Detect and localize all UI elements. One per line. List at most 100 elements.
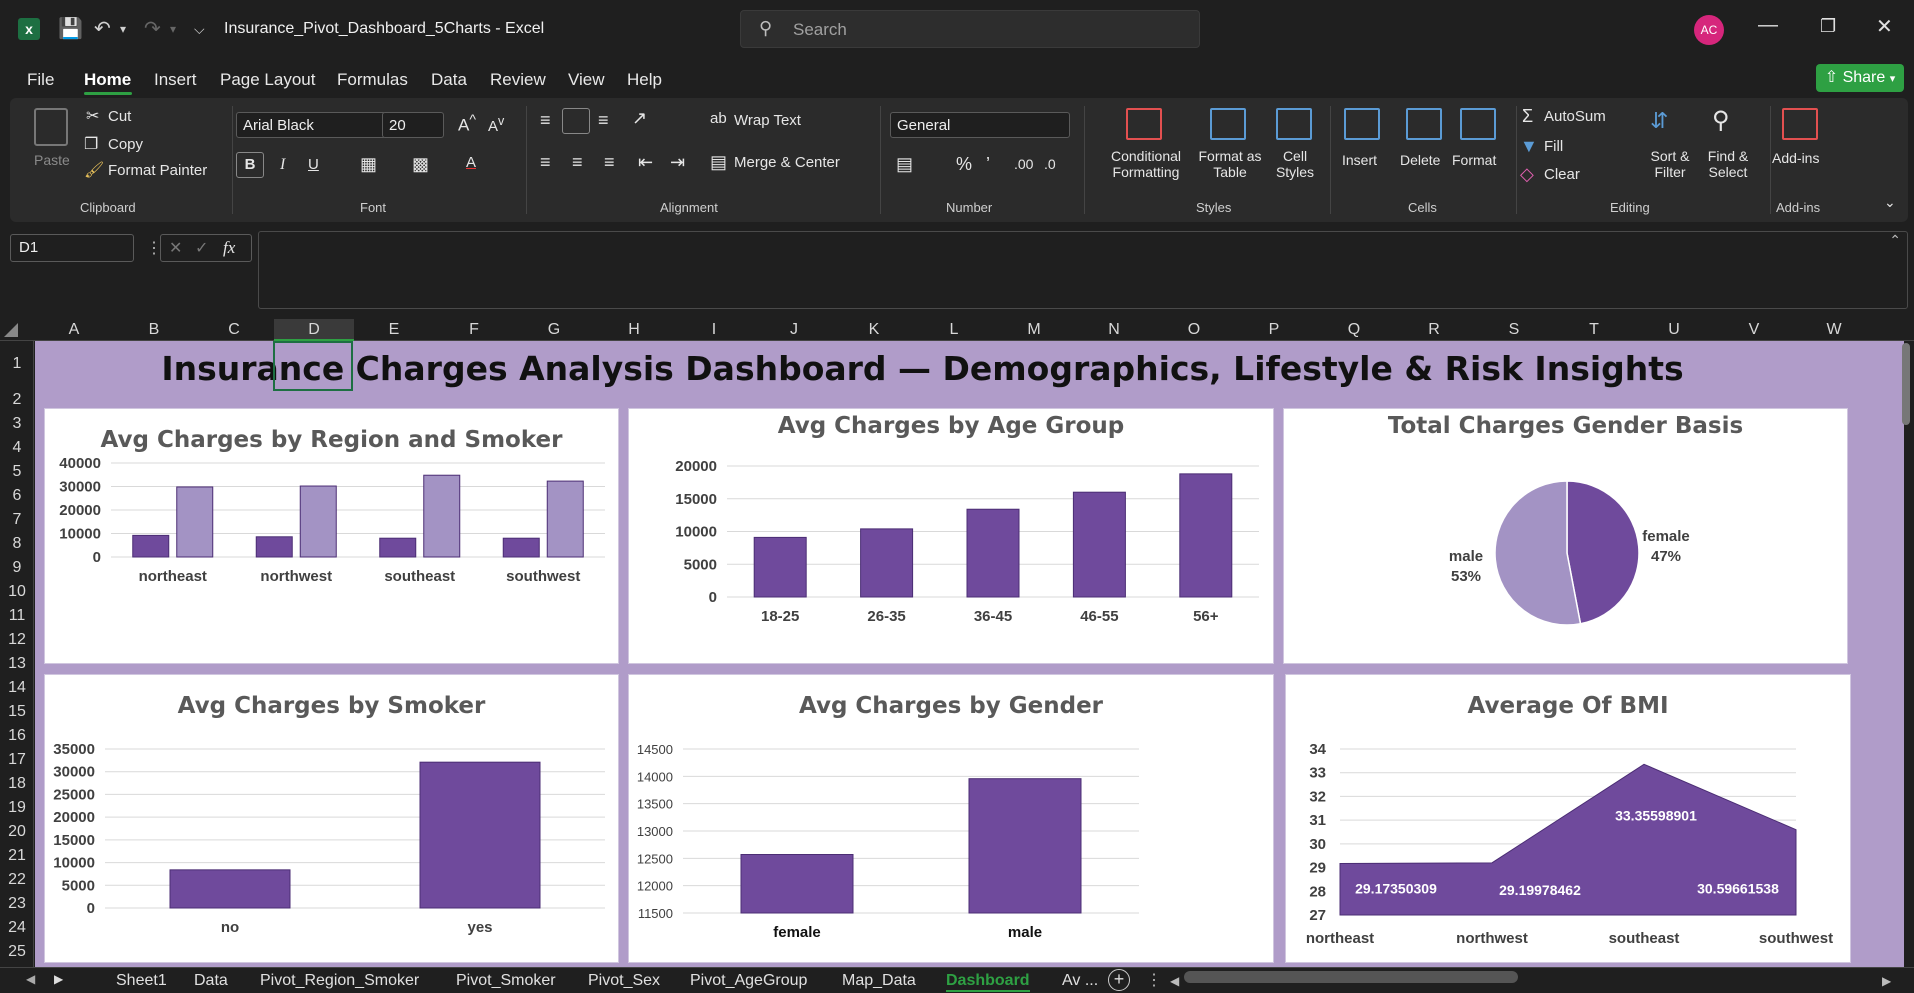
row-header-3[interactable]: 3 bbox=[0, 415, 34, 433]
menu-formulas[interactable]: Formulas bbox=[337, 70, 408, 90]
formula-input[interactable]: ⌃ bbox=[258, 231, 1908, 309]
copy-button[interactable]: Copy bbox=[108, 136, 143, 153]
row-header-9[interactable]: 9 bbox=[0, 559, 34, 577]
restore-icon[interactable]: ❐ bbox=[1820, 16, 1836, 37]
menu-data[interactable]: Data bbox=[431, 70, 467, 90]
column-header-j[interactable]: J bbox=[754, 321, 834, 339]
column-header-q[interactable]: Q bbox=[1314, 321, 1394, 339]
chart-age-group[interactable]: Avg Charges by Age Group 20000 15000 10000… bbox=[628, 408, 1274, 664]
sheet-tab-pivot-sex[interactable]: Pivot_Sex bbox=[588, 972, 660, 990]
clear-button[interactable]: Clear bbox=[1544, 166, 1580, 183]
bold-button[interactable]: B bbox=[236, 152, 264, 178]
row-header-10[interactable]: 10 bbox=[0, 583, 34, 601]
align-bottom-icon[interactable]: ≡ bbox=[598, 110, 609, 131]
underline-button[interactable]: U bbox=[308, 156, 319, 173]
sheet-tab-data[interactable]: Data bbox=[194, 972, 228, 990]
chart-gender-avg[interactable]: Avg Charges by Gender 14500 14000 13500 130… bbox=[628, 674, 1274, 963]
horizontal-scrollbar[interactable] bbox=[1184, 971, 1518, 983]
decrease-indent-icon[interactable]: ⇤ bbox=[638, 152, 653, 173]
column-header-g[interactable]: G bbox=[514, 321, 594, 339]
save-icon[interactable]: 💾 bbox=[58, 16, 83, 41]
cell-styles-button[interactable]: Cell Styles bbox=[1272, 148, 1318, 180]
expand-formula-icon[interactable]: ⌃ bbox=[1889, 232, 1901, 249]
tab-options-icon[interactable]: ⋮ bbox=[1146, 970, 1162, 990]
vertical-scrollbar[interactable] bbox=[1902, 343, 1910, 425]
row-header-15[interactable]: 15 bbox=[0, 703, 34, 721]
enter-icon[interactable]: ✓ bbox=[195, 238, 208, 258]
row-header-11[interactable]: 11 bbox=[0, 607, 34, 625]
row-header-12[interactable]: 12 bbox=[0, 631, 34, 649]
italic-button[interactable]: I bbox=[280, 156, 285, 174]
row-header-17[interactable]: 17 bbox=[0, 751, 34, 769]
menu-help[interactable]: Help bbox=[627, 70, 662, 90]
chart-bmi[interactable]: Average Of BMI 34 33 32 31 30 29 28 27 29.173503… bbox=[1285, 674, 1851, 963]
active-cell-d1[interactable] bbox=[273, 341, 353, 391]
collapse-ribbon-icon[interactable]: ⌄ bbox=[1884, 194, 1896, 211]
sheet-tab-more[interactable]: Av ... bbox=[1062, 972, 1098, 990]
delete-cells-button[interactable]: Delete bbox=[1400, 152, 1440, 168]
row-header-22[interactable]: 22 bbox=[0, 871, 34, 889]
add-ins-button[interactable]: Add-ins bbox=[1772, 150, 1819, 166]
row-header-25[interactable]: 25 bbox=[0, 943, 34, 961]
insert-function-button[interactable]: fx bbox=[223, 238, 235, 258]
column-header-e[interactable]: E bbox=[354, 321, 434, 339]
align-right-icon[interactable]: ≡ bbox=[604, 152, 615, 173]
find-select-button[interactable]: Find & Select bbox=[1698, 148, 1758, 180]
add-sheet-icon[interactable]: + bbox=[1108, 969, 1130, 991]
menu-insert[interactable]: Insert bbox=[154, 70, 197, 90]
name-box[interactable]: D1 bbox=[10, 234, 134, 262]
paste-button[interactable]: Paste bbox=[34, 152, 70, 168]
increase-decimal-icon[interactable]: .00 bbox=[1014, 156, 1033, 172]
align-left-icon[interactable]: ≡ bbox=[540, 152, 551, 173]
row-header-19[interactable]: 19 bbox=[0, 799, 34, 817]
row-header-14[interactable]: 14 bbox=[0, 679, 34, 697]
undo-dropdown-icon[interactable]: ▾ bbox=[120, 22, 126, 36]
row-header-8[interactable]: 8 bbox=[0, 535, 34, 553]
wrap-text-button[interactable]: Wrap Text bbox=[734, 112, 801, 129]
column-header-r[interactable]: R bbox=[1394, 321, 1474, 339]
row-header-5[interactable]: 5 bbox=[0, 463, 34, 481]
row-header-1[interactable]: 1 bbox=[0, 355, 34, 373]
sheet-tab-dashboard[interactable]: Dashboard bbox=[946, 972, 1030, 992]
autosum-button[interactable]: AutoSum bbox=[1544, 108, 1606, 125]
row-header-20[interactable]: 20 bbox=[0, 823, 34, 841]
column-header-l[interactable]: L bbox=[914, 321, 994, 339]
number-format-select[interactable]: General bbox=[890, 112, 1070, 138]
close-icon[interactable]: ✕ bbox=[1876, 14, 1893, 39]
sheet-tab-sheet1[interactable]: Sheet1 bbox=[116, 972, 167, 990]
font-size-select[interactable]: 20 bbox=[382, 112, 444, 138]
menu-view[interactable]: View bbox=[568, 70, 605, 90]
row-header-18[interactable]: 18 bbox=[0, 775, 34, 793]
h-scroll-right-icon[interactable]: ▶ bbox=[1882, 974, 1891, 988]
select-all-icon[interactable] bbox=[4, 323, 18, 337]
row-header-21[interactable]: 21 bbox=[0, 847, 34, 865]
borders-icon[interactable]: ▦ bbox=[360, 154, 377, 175]
column-header-k[interactable]: K bbox=[834, 321, 914, 339]
column-header-u[interactable]: U bbox=[1634, 321, 1714, 339]
customize-toolbar-icon[interactable]: ⌵ bbox=[194, 21, 205, 38]
sheet-tab-pivot-region-smoker[interactable]: Pivot_Region_Smoker bbox=[260, 972, 419, 990]
column-header-p[interactable]: P bbox=[1234, 321, 1314, 339]
row-header-16[interactable]: 16 bbox=[0, 727, 34, 745]
sort-filter-button[interactable]: Sort & Filter bbox=[1640, 148, 1700, 180]
sheet-tab-pivot-smoker[interactable]: Pivot_Smoker bbox=[456, 972, 556, 990]
comma-icon[interactable]: ’ bbox=[986, 154, 990, 175]
chart-region-smoker[interactable]: Avg Charges by Region and Smoker 40000 30… bbox=[44, 408, 619, 664]
minimize-icon[interactable]: — bbox=[1758, 14, 1778, 37]
menu-review[interactable]: Review bbox=[490, 70, 546, 90]
column-header-i[interactable]: I bbox=[674, 321, 754, 339]
column-header-f[interactable]: F bbox=[434, 321, 514, 339]
menu-home[interactable]: Home bbox=[84, 70, 131, 90]
redo-icon[interactable]: ↷ bbox=[144, 16, 161, 41]
row-header-24[interactable]: 24 bbox=[0, 919, 34, 937]
row-header-13[interactable]: 13 bbox=[0, 655, 34, 673]
format-cells-button[interactable]: Format bbox=[1452, 152, 1496, 168]
align-middle-icon[interactable] bbox=[562, 108, 590, 134]
orientation-icon[interactable]: ↗ bbox=[632, 108, 647, 129]
decrease-decimal-icon[interactable]: .0 bbox=[1044, 156, 1056, 172]
cancel-icon[interactable]: ✕ bbox=[169, 238, 182, 258]
chart-smoker[interactable]: Avg Charges by Smoker 35000 30000 25000 200… bbox=[44, 674, 619, 963]
increase-font-icon[interactable]: A^ bbox=[458, 112, 476, 136]
scroll-right-icon[interactable]: ▶ bbox=[54, 972, 63, 986]
h-scroll-left-icon[interactable]: ◀ bbox=[1170, 974, 1179, 988]
